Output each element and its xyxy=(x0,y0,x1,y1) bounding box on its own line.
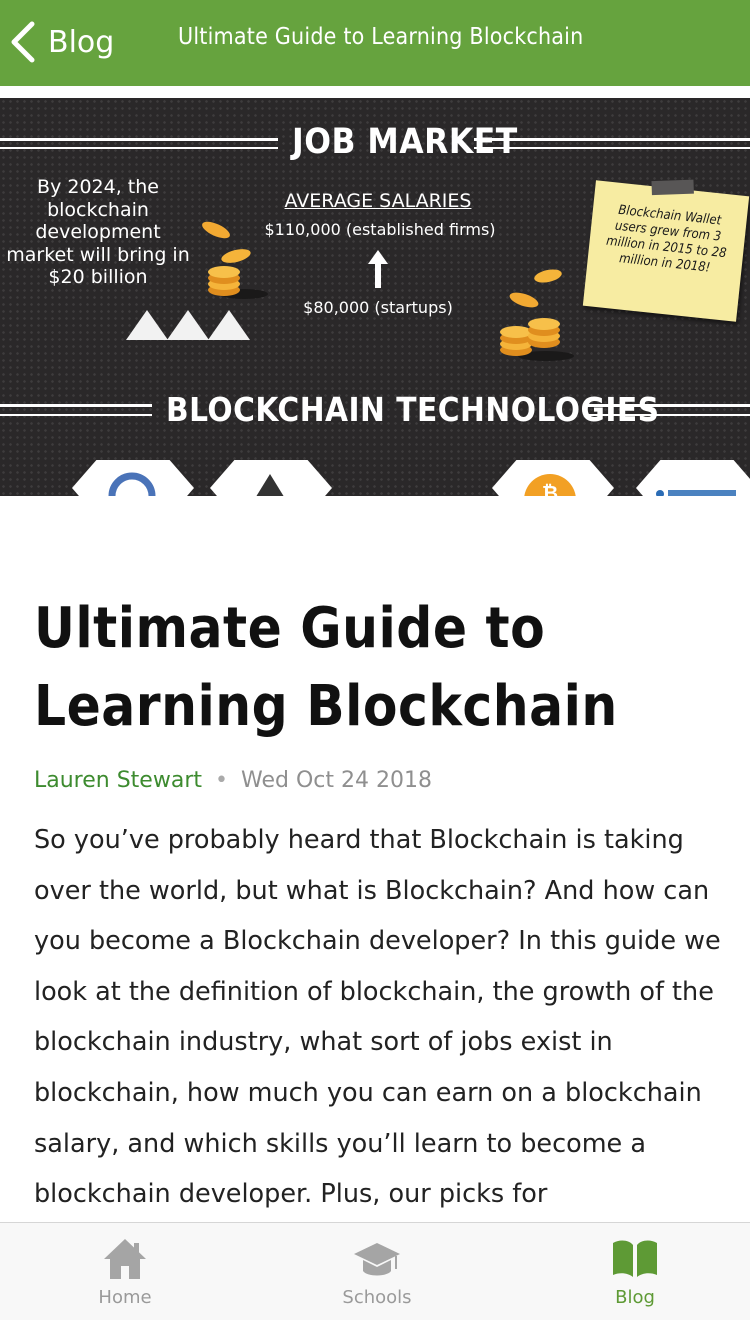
author-link[interactable]: Lauren Stewart xyxy=(34,768,202,793)
chevron-left-icon xyxy=(11,21,35,63)
blockchain-technologies-heading: BLOCKCHAIN TECHNOLOGIES xyxy=(166,390,660,429)
heading-rule xyxy=(474,147,750,149)
ripple-logo-icon xyxy=(656,490,736,496)
coin-stack-icon xyxy=(500,269,574,361)
tech-badge xyxy=(636,460,750,496)
sticky-note: Blockchain Wallet users grew from 3 mill… xyxy=(582,179,750,322)
salary-established-text: $110,000 (established firms) xyxy=(264,220,496,239)
hero-infographic: JOB MARKET By 2024, the blockchain devel… xyxy=(0,98,750,496)
triangle-decoration xyxy=(167,310,209,340)
heading-rule xyxy=(584,414,750,416)
heading-rule xyxy=(0,404,152,407)
heading-rule xyxy=(0,414,152,416)
back-button-label: Blog xyxy=(48,24,115,60)
heading-rule xyxy=(584,404,750,407)
bottom-tab-bar: Home Schools Blog xyxy=(0,1222,750,1320)
tab-home-label: Home xyxy=(98,1287,152,1308)
salary-startups-text: $80,000 (startups) xyxy=(303,298,453,317)
nav-title: Ultimate Guide to Learning Blockchain xyxy=(178,24,584,50)
article: Ultimate Guide to Learning Blockchain La… xyxy=(34,590,734,1220)
tab-schools[interactable]: Schools xyxy=(252,1223,502,1320)
article-title: Ultimate Guide to Learning Blockchain xyxy=(34,596,618,739)
tech-badge xyxy=(72,460,194,496)
average-salaries-heading: AVERAGE SALARIES xyxy=(284,190,472,212)
triangle-decoration xyxy=(126,310,168,340)
heading-rule xyxy=(474,138,750,141)
triangle-logo-icon xyxy=(254,474,286,496)
tape-decoration xyxy=(651,179,694,196)
tech-badge: ₿ xyxy=(492,460,614,496)
meta-separator: • xyxy=(215,768,228,793)
tech-badge xyxy=(210,460,332,496)
tab-schools-label: Schools xyxy=(342,1287,412,1308)
tab-home[interactable]: Home xyxy=(0,1223,250,1320)
tab-blog-label: Blog xyxy=(615,1287,655,1308)
heading-rule xyxy=(0,147,278,149)
heading-rule xyxy=(0,138,278,141)
graduation-cap-icon xyxy=(354,1243,400,1276)
tab-blog[interactable]: Blog xyxy=(510,1223,750,1320)
technology-badges: ₿ xyxy=(0,460,750,496)
bitcoin-icon: ₿ xyxy=(524,474,576,496)
home-icon xyxy=(104,1239,146,1279)
article-body: So you’ve probably heard that Blockchain… xyxy=(34,825,721,1210)
triangle-decoration xyxy=(208,310,250,340)
svg-text:₿: ₿ xyxy=(542,481,558,496)
open-book-icon xyxy=(613,1240,657,1277)
publish-date: Wed Oct 24 2018 xyxy=(240,768,432,793)
coin-logo-icon xyxy=(108,472,156,496)
sticky-note-text: Blockchain Wallet users grew from 3 mill… xyxy=(605,202,728,276)
market-stat-text: By 2024, the blockchain development mark… xyxy=(6,176,190,288)
job-market-heading: JOB MARKET xyxy=(292,122,518,162)
article-meta: Lauren Stewart • Wed Oct 24 2018 xyxy=(34,768,734,793)
top-nav-bar: Blog Ultimate Guide to Learning Blockcha… xyxy=(0,0,750,86)
back-button[interactable]: Blog xyxy=(8,16,114,68)
arrow-up-icon xyxy=(368,250,388,288)
